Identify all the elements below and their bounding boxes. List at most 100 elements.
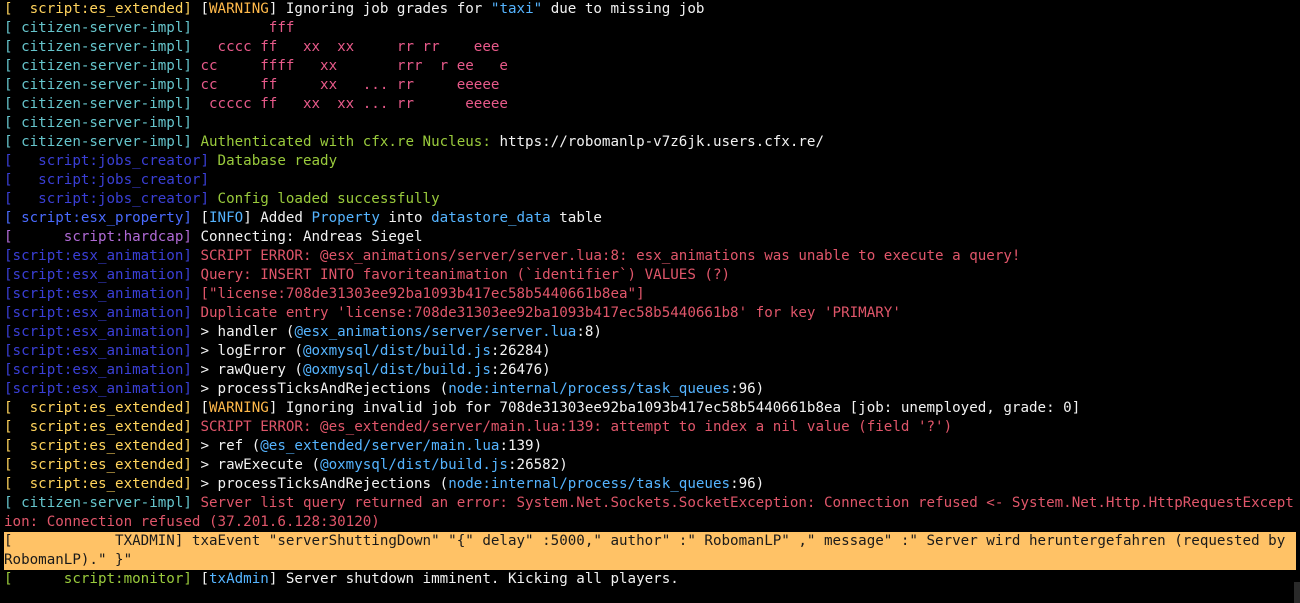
log-message-segment: txAdmin [209, 571, 269, 587]
log-source-tag: [ script:jobs_creator] [4, 191, 218, 207]
console-line: [ script:monitor] [txAdmin] Server shutd… [4, 570, 1296, 589]
log-message-segment: [ [200, 210, 210, 226]
log-message-segment: > handler ( [200, 324, 295, 340]
console-line: [ citizen-server-impl] ccccc ff xx xx ..… [4, 95, 1296, 114]
log-message-segment: :139) [499, 438, 543, 454]
log-source-tag: [ script:jobs_creator] [4, 153, 218, 169]
log-source-tag: [ citizen-server-impl] [4, 134, 201, 150]
log-message-segment: [ [200, 400, 210, 416]
console-line: [script:esx_animation] > rawQuery (@oxmy… [4, 361, 1296, 380]
log-message-segment: @oxmysql/dist/build.js [302, 343, 491, 359]
log-source-tag: [ script:es_extended] [4, 476, 201, 492]
log-source-tag: [ citizen-server-impl] [4, 77, 201, 93]
console-line: [script:esx_animation] ["license:708de31… [4, 285, 1296, 304]
log-source-tag: [ citizen-server-impl] [4, 20, 201, 36]
log-message-segment: > ref ( [200, 438, 261, 454]
log-message-segment: datastore_data [431, 210, 551, 226]
console-line: [ script:es_extended] > processTicksAndR… [4, 475, 1296, 494]
log-message-segment: :26582) [507, 457, 568, 473]
log-message-segment: WARNING [209, 1, 269, 17]
log-source-tag: [ citizen-server-impl] [4, 58, 201, 74]
log-source-tag: [ script:es_extended] [4, 457, 201, 473]
console-line: [ citizen-server-impl] cccc ff xx xx rr … [4, 38, 1296, 57]
log-message-segment: @es_extended/server/main.lua [260, 438, 500, 454]
log-message-segment: ccccc ff xx xx ... rr eeeee [200, 96, 508, 112]
log-source-tag: [script:esx_animation] [4, 381, 201, 397]
log-message-segment: INFO [209, 210, 244, 226]
log-source-tag: [script:esx_animation] [4, 286, 201, 302]
log-message-segment: :8) [576, 324, 602, 340]
log-source-tag: [ script:es_extended] [4, 400, 201, 416]
log-message-segment: @esx_animations/server/server.lua [294, 324, 577, 340]
console-output: [ script:es_extended] [WARNING] Ignoring… [4, 0, 1296, 589]
log-message-segment: Database ready [217, 153, 338, 169]
console-line: [ script:esx_property] [INFO] Added Prop… [4, 209, 1296, 228]
log-message-segment: :26476) [490, 362, 551, 378]
log-message-segment: @oxmysql/dist/build.js [320, 457, 508, 473]
log-source-tag: [script:esx_animation] [4, 343, 201, 359]
log-source-tag: [ script:esx_property] [4, 210, 201, 226]
console-line: [ script:es_extended] > rawExecute (@oxm… [4, 456, 1296, 475]
console-line: [ script:jobs_creator] Database ready [4, 152, 1296, 171]
log-message-segment: node:internal/process/task_queues [448, 381, 731, 397]
log-message-segment: SCRIPT ERROR: @esx_animations/server/ser… [200, 248, 1021, 264]
log-message-segment: :96) [730, 381, 765, 397]
log-source-tag: [ script:es_extended] [4, 1, 201, 17]
log-message-segment: cc ff xx ... rr eeeee [200, 77, 500, 93]
scrollbar[interactable] [1294, 582, 1300, 603]
log-source-tag: [ citizen-server-impl] [4, 115, 201, 131]
log-message-segment: Duplicate entry 'license:708de31303ee92b… [200, 305, 901, 321]
log-source-tag: [ citizen-server-impl] [4, 39, 201, 55]
log-source-tag: [ script:jobs_creator] [4, 172, 218, 188]
log-message-segment: :96) [730, 476, 765, 492]
log-message-segment: Config loaded successfully [217, 191, 440, 207]
log-source-tag: [script:esx_animation] [4, 362, 201, 378]
console-line: [script:esx_animation] > handler (@esx_a… [4, 323, 1296, 342]
log-message-segment: ] Server shutdown imminent. Kicking all … [268, 571, 679, 587]
log-message-segment: [ [200, 1, 210, 17]
log-message-segment: txaEvent "serverShuttingDown" "{" delay"… [4, 533, 1294, 568]
log-source-tag: [ script:hardcap] [4, 229, 201, 245]
console-line: [ citizen-server-impl] [4, 114, 1296, 133]
console-line: [ citizen-server-impl] Server list query… [4, 494, 1296, 532]
log-source-tag: [ script:monitor] [4, 571, 201, 587]
log-message-segment: "taxi" [490, 1, 543, 17]
log-message-segment: ] Ignoring invalid job for 708de31303ee9… [268, 400, 1081, 416]
log-message-segment: > rawQuery ( [200, 362, 303, 378]
log-message-segment: SCRIPT ERROR: @es_extended/server/main.l… [200, 419, 953, 435]
log-source-tag: [script:esx_animation] [4, 305, 201, 321]
log-message-segment: Connecting: Andreas Siegel [200, 229, 423, 245]
console-line: [ script:es_extended] [WARNING] Ignoring… [4, 0, 1296, 19]
log-source-tag: [script:esx_animation] [4, 267, 201, 283]
log-source-tag: [ citizen-server-impl] [4, 96, 201, 112]
log-message-segment: > rawExecute ( [200, 457, 321, 473]
log-message-segment: ] Ignoring job grades for [268, 1, 491, 17]
console-line: [script:esx_animation] Query: INSERT INT… [4, 266, 1296, 285]
log-message-segment: node:internal/process/task_queues [448, 476, 731, 492]
log-message-segment: Authenticated with cfx.re Nucleus: [200, 134, 500, 150]
log-message-segment: ["license:708de31303ee92ba1093b417ec58b5… [200, 286, 645, 302]
log-source-tag: [ script:es_extended] [4, 419, 201, 435]
log-message-segment: @oxmysql/dist/build.js [302, 362, 491, 378]
log-message-segment: :26284) [490, 343, 551, 359]
log-source-tag: [script:esx_animation] [4, 324, 201, 340]
log-message-segment: https://robomanlp-v7z6jk.users.cfx.re/ [499, 134, 825, 150]
log-message-segment: [ [200, 571, 210, 587]
console-line: [ citizen-server-impl] fff [4, 19, 1296, 38]
console-line: [ script:jobs_creator] Config loaded suc… [4, 190, 1296, 209]
console-line: [ citizen-server-impl] cc ff xx ... rr e… [4, 76, 1296, 95]
log-message-segment: > processTicksAndRejections ( [200, 381, 449, 397]
log-message-segment: into [379, 210, 432, 226]
log-message-segment: > logError ( [200, 343, 303, 359]
console-line: [ script:hardcap] Connecting: Andreas Si… [4, 228, 1296, 247]
log-message-segment: Property [311, 210, 380, 226]
console-line: [ script:es_extended] [WARNING] Ignoring… [4, 399, 1296, 418]
console-line: [script:esx_animation] SCRIPT ERROR: @es… [4, 247, 1296, 266]
log-message-segment: table [550, 210, 602, 226]
console-line: [script:esx_animation] > logError (@oxmy… [4, 342, 1296, 361]
console-line: [script:esx_animation] > processTicksAnd… [4, 380, 1296, 399]
log-message-segment: ] Added [243, 210, 312, 226]
log-source-tag: [script:esx_animation] [4, 248, 201, 264]
log-message-segment: due to missing job [542, 1, 705, 17]
console-line: [script:esx_animation] Duplicate entry '… [4, 304, 1296, 323]
